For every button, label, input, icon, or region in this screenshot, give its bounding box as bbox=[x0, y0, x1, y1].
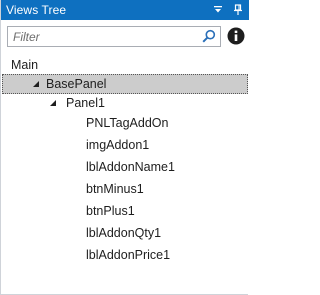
panel-title: Views Tree bbox=[6, 3, 67, 17]
tree-node-child[interactable]: lblAddonQty1 bbox=[2, 223, 248, 243]
tree-node-label: btnPlus1 bbox=[86, 204, 135, 218]
search-icon[interactable] bbox=[202, 29, 216, 43]
tree-node-label: lblAddonQty1 bbox=[86, 226, 162, 240]
views-tree-panel: Views Tree Filter Main BasePanel Panel1 … bbox=[0, 0, 249, 295]
tree-node-label: Panel1 bbox=[66, 96, 105, 110]
filter-input[interactable] bbox=[8, 27, 198, 46]
info-icon[interactable] bbox=[227, 27, 245, 45]
views-tree: Main BasePanel Panel1 PNLTagAddOn imgAdd… bbox=[2, 55, 248, 294]
tree-node-child[interactable]: btnMinus1 bbox=[2, 179, 248, 199]
tree-node-child[interactable]: PNLTagAddOn bbox=[2, 113, 248, 133]
chevron-down-icon bbox=[214, 6, 222, 13]
tree-node-child[interactable]: lblAddonPrice1 bbox=[2, 245, 248, 265]
expanded-arrow-icon[interactable] bbox=[31, 79, 41, 89]
tree-node-main[interactable]: Main bbox=[2, 55, 248, 75]
pin-button[interactable] bbox=[230, 2, 246, 18]
tree-node-label: Main bbox=[11, 58, 39, 72]
title-bar: Views Tree bbox=[1, 0, 249, 20]
tree-node-child[interactable]: lblAddonName1 bbox=[2, 157, 248, 177]
tree-node-label: lblAddonName1 bbox=[86, 160, 175, 174]
filter-row bbox=[1, 20, 249, 55]
tree-node-label: PNLTagAddOn bbox=[86, 116, 169, 130]
filter-box bbox=[7, 26, 221, 47]
dropdown-button[interactable] bbox=[210, 2, 226, 18]
tree-node-child[interactable]: imgAddon1 bbox=[2, 135, 248, 155]
expanded-arrow-icon[interactable] bbox=[48, 98, 58, 108]
tree-node-label: btnMinus1 bbox=[86, 182, 144, 196]
tree-node-panel1[interactable]: Panel1 bbox=[2, 93, 248, 113]
tree-node-child[interactable]: btnPlus1 bbox=[2, 201, 248, 221]
tree-node-label: imgAddon1 bbox=[86, 138, 150, 152]
tree-node-label: lblAddonPrice1 bbox=[86, 248, 171, 262]
tree-node-basepanel[interactable]: BasePanel bbox=[2, 74, 248, 94]
pin-icon bbox=[234, 4, 242, 15]
tree-node-label: BasePanel bbox=[46, 77, 107, 91]
